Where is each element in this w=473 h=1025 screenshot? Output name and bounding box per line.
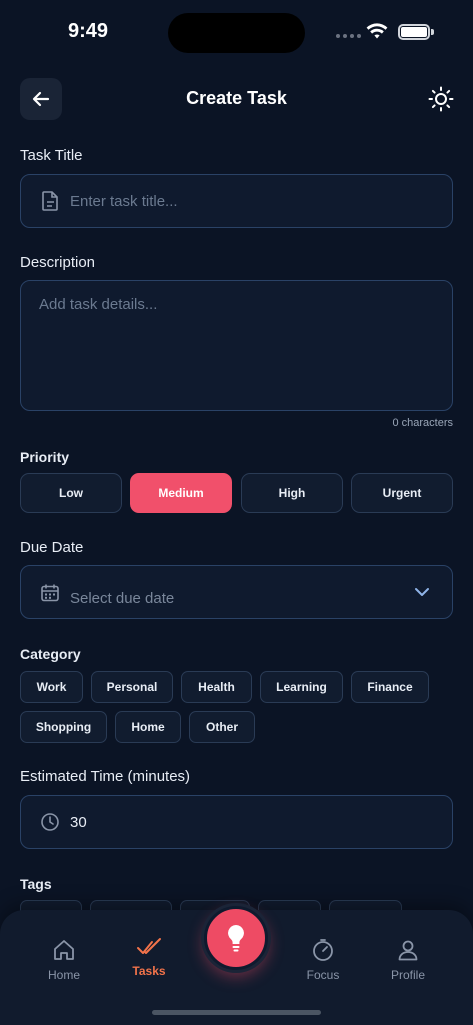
battery-cap [431,29,434,35]
tags-label: Tags [20,876,52,892]
home-indicator [152,1010,321,1015]
description-label: Description [20,254,96,271]
page-title: Create Task [186,88,287,108]
category-chip-health[interactable]: Health [181,671,252,703]
sun-icon [428,86,454,112]
nav-item-home[interactable]: Home [29,938,99,982]
task-title-input[interactable] [70,192,452,210]
status-time: 9:49 [68,20,109,42]
clock-icon [40,812,60,832]
category-chip-shopping[interactable]: Shopping [20,711,107,743]
category-chip-work[interactable]: Work [20,671,83,703]
description-input[interactable] [21,281,452,410]
double-check-icon [137,938,161,954]
nav-item-focus[interactable]: Focus [288,938,358,982]
due-date-placeholder: Select due date [70,590,175,607]
estimated-time-field [20,795,453,849]
theme-toggle-button[interactable] [424,82,458,116]
estimated-time-input[interactable] [70,813,452,831]
calendar-icon [40,583,60,603]
task-title-field [20,174,453,228]
category-chip-finance[interactable]: Finance [351,671,429,703]
priority-label: Priority [20,449,70,465]
due-date-label: Due Date [20,539,84,556]
task-title-label: Task Title [20,147,83,164]
lightbulb-icon [228,925,244,952]
category-chip-home[interactable]: Home [115,711,181,743]
ai-assist-fab[interactable] [204,906,268,970]
character-count: 0 characters [392,417,453,429]
nav-label-focus: Focus [306,968,340,982]
nav-label-home: Home [47,968,80,982]
due-date-select[interactable]: Select due date [20,565,453,619]
category-chip-learning[interactable]: Learning [260,671,343,703]
timer-icon [313,939,333,961]
priority-low-button[interactable]: Low [20,473,122,513]
document-icon [40,190,60,212]
priority-high-button[interactable]: High [241,473,343,513]
chevron-down-icon [414,587,430,597]
wifi-icon [366,22,388,45]
priority-urgent-button[interactable]: Urgent [351,473,453,513]
nav-label-profile: Profile [390,968,425,982]
user-icon [398,940,418,961]
category-label: Category [20,646,81,662]
category-chip-personal[interactable]: Personal [91,671,173,703]
estimated-time-label: Estimated Time (minutes) [20,768,191,785]
category-chip-other[interactable]: Other [189,711,255,743]
nav-label-tasks: Tasks [132,964,166,978]
priority-medium-button[interactable]: Medium [130,473,232,513]
description-field [20,280,453,411]
home-icon [54,940,74,960]
nav-item-tasks[interactable]: Tasks [114,936,184,978]
nav-item-profile[interactable]: Profile [373,938,443,982]
dynamic-island [168,13,305,53]
cellular-signal-icon [336,34,361,38]
battery-icon [398,24,430,40]
